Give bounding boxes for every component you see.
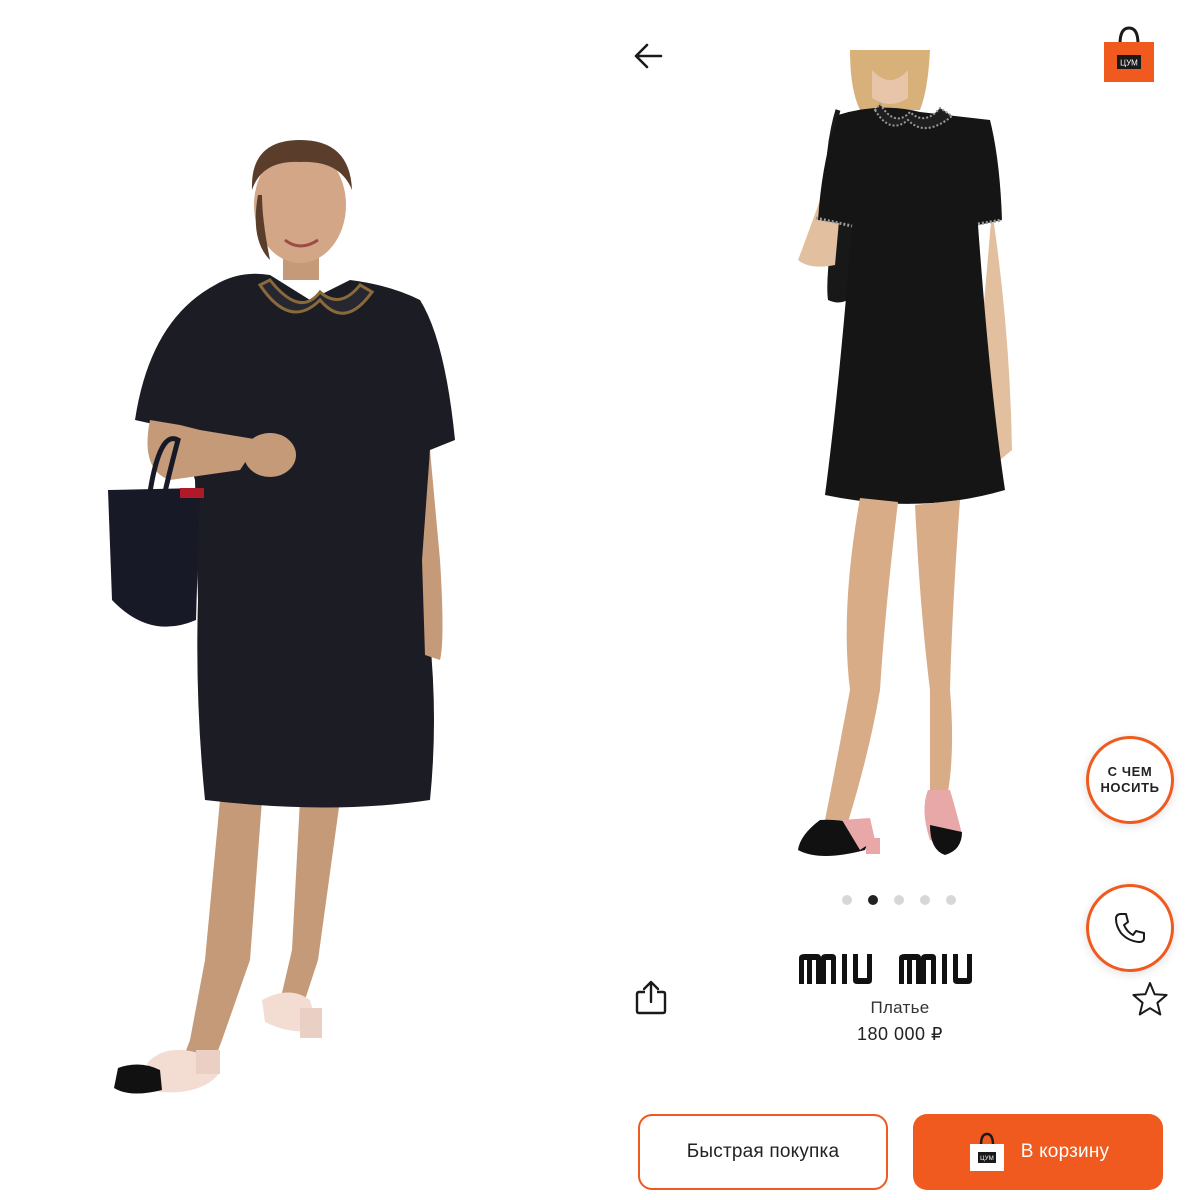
what-to-wear-button[interactable]: С ЧЕМ НОСИТЬ bbox=[1086, 736, 1174, 824]
quick-buy-button[interactable]: Быстрая покупка bbox=[638, 1114, 888, 1190]
shopping-bag-icon: ЦУМ bbox=[1104, 26, 1154, 82]
gallery-pagination[interactable] bbox=[842, 895, 956, 905]
gallery-dot[interactable] bbox=[842, 895, 852, 905]
star-icon bbox=[1132, 982, 1168, 1016]
what-to-wear-line1: С ЧЕМ bbox=[1107, 764, 1153, 779]
phone-icon bbox=[1115, 913, 1145, 943]
product-card: ЦУМ Платье 180 000 ₽ С ЧЕМ НОСИТЬ Быстра… bbox=[600, 0, 1200, 1200]
product-type: Платье bbox=[870, 998, 930, 1017]
back-button[interactable] bbox=[628, 36, 668, 76]
brand-logo[interactable] bbox=[795, 948, 1005, 990]
share-icon bbox=[635, 980, 667, 1015]
add-to-cart-button[interactable]: ЦУМ В корзину bbox=[913, 1114, 1163, 1190]
what-to-wear-line2: НОСИТЬ bbox=[1100, 780, 1160, 795]
cart-button[interactable]: ЦУМ bbox=[1100, 24, 1158, 84]
gallery-dot-active[interactable] bbox=[868, 895, 878, 905]
gallery-dot[interactable] bbox=[920, 895, 930, 905]
svg-text:ЦУМ: ЦУМ bbox=[980, 1156, 994, 1162]
gallery-dot[interactable] bbox=[894, 895, 904, 905]
lifestyle-photo bbox=[0, 0, 600, 1200]
gallery-dot[interactable] bbox=[946, 895, 956, 905]
share-button[interactable] bbox=[634, 980, 668, 1016]
lifestyle-model-illustration bbox=[108, 140, 455, 1094]
call-button[interactable] bbox=[1086, 884, 1174, 972]
add-to-cart-label: В корзину bbox=[1020, 1141, 1110, 1162]
shopping-bag-icon: ЦУМ bbox=[969, 1132, 1004, 1171]
product-price: 180 000 ₽ bbox=[856, 1024, 944, 1044]
svg-text:ЦУМ: ЦУМ bbox=[1120, 59, 1138, 68]
product-photo bbox=[798, 50, 1012, 856]
arrow-left-icon bbox=[634, 43, 663, 69]
favorite-button[interactable] bbox=[1130, 980, 1170, 1018]
